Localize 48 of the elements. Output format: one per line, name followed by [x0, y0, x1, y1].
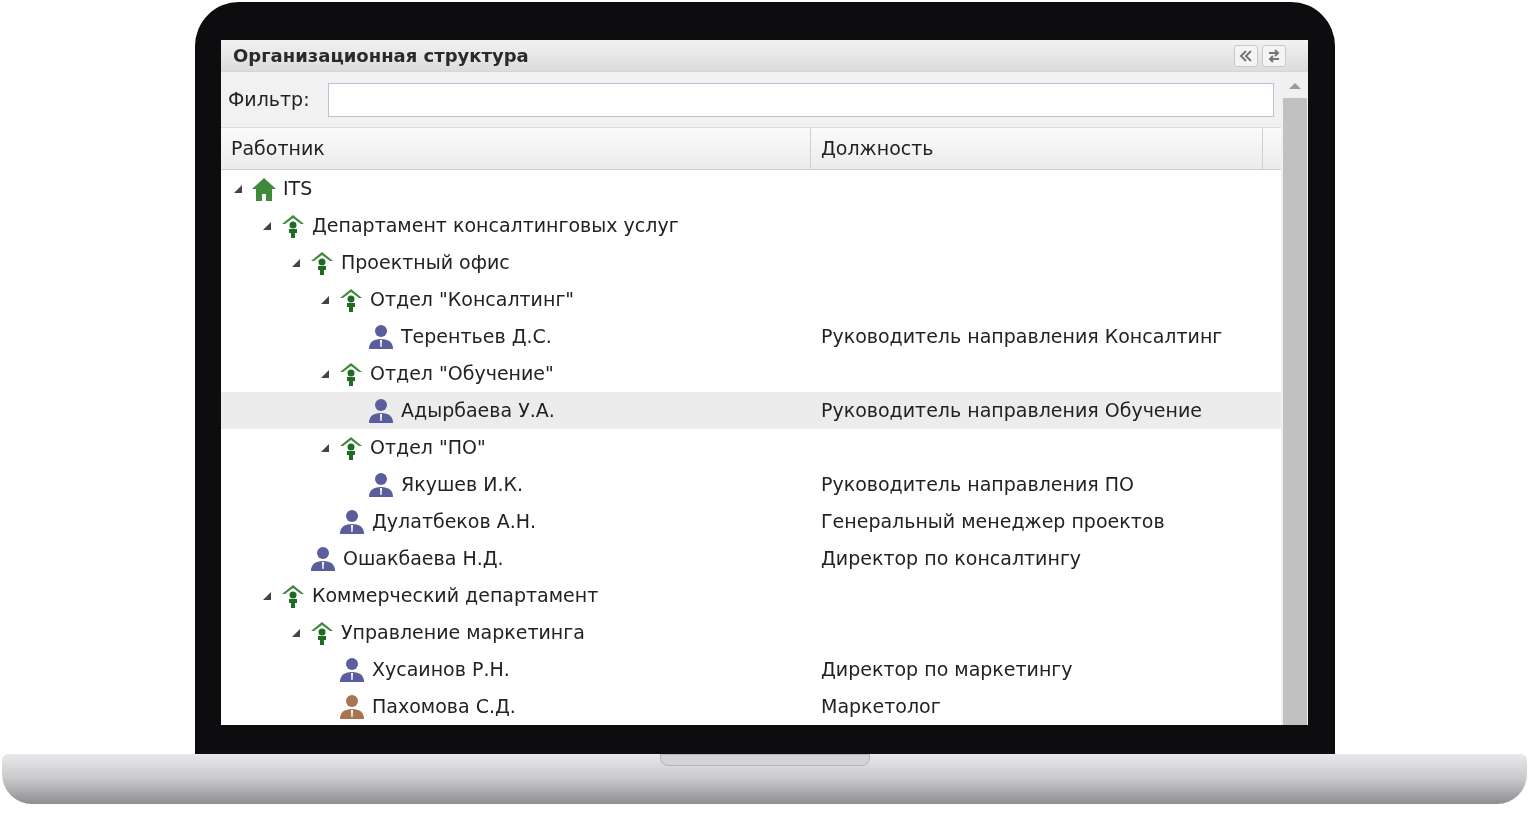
position-text: Руководитель направления ПО — [820, 472, 1135, 498]
position-text: Руководитель направления Консалтинг — [820, 324, 1224, 350]
roof-person-icon — [338, 360, 364, 387]
collapse-button[interactable] — [1234, 44, 1258, 67]
node-name: Адырбаева У.А. — [401, 398, 555, 424]
expander-icon[interactable] — [233, 183, 243, 194]
position-text: Руководитель направления Обучение — [820, 398, 1203, 424]
filter-label: Фильтр: — [228, 87, 310, 113]
node-name: Дулатбеков А.Н. — [372, 509, 537, 535]
column-header[interactable]: Должность — [811, 128, 1263, 169]
node-name: Управление маркетинга — [341, 620, 585, 646]
double-chevron-left-icon — [1239, 49, 1253, 62]
position-text: Маркетолог — [820, 694, 942, 720]
position-text: Директор по маркетингу — [820, 657, 1074, 683]
window-title: Организационная структура — [233, 44, 529, 68]
node-name: Проектный офис — [341, 250, 510, 276]
roof-person-icon — [280, 212, 306, 239]
node-name: Отдел "Консалтинг" — [370, 287, 575, 313]
refresh-button[interactable] — [1262, 44, 1286, 67]
node-name: Отдел "ПО" — [370, 435, 486, 461]
roof-person-icon — [309, 249, 335, 276]
expander-icon[interactable] — [291, 627, 301, 638]
expander-icon[interactable] — [320, 442, 330, 453]
tree-row[interactable]: Адырбаева У.А. Руководитель направления Обучение — [221, 392, 1281, 429]
expander-icon[interactable] — [262, 590, 272, 601]
filter-field[interactable] — [327, 82, 1274, 117]
column-header[interactable]: Работник — [221, 128, 811, 169]
node-name: Хусаинов Р.Н. — [372, 657, 510, 683]
node-name: Департамент консалтинговых услуг — [312, 213, 679, 239]
position-text: Генеральный менеджер проектов — [820, 509, 1166, 535]
node-name: Терентьев Д.С. — [401, 324, 552, 350]
roof-person-icon — [309, 619, 335, 646]
expander-icon[interactable] — [320, 294, 330, 305]
node-name: Коммерческий департамент — [312, 583, 599, 609]
house-icon — [251, 175, 277, 202]
node-name: ITS — [283, 176, 313, 202]
expander-icon[interactable] — [291, 257, 301, 268]
node-name: Ошакбаева Н.Д. — [343, 546, 504, 572]
expander-icon[interactable] — [262, 220, 272, 231]
roof-person-icon — [280, 582, 306, 609]
expander-icon[interactable] — [320, 368, 330, 379]
position-text: Директор по консалтингу — [820, 546, 1083, 572]
node-name: Пахомова С.Д. — [372, 694, 516, 720]
node-name: Якушев И.К. — [401, 472, 523, 498]
roof-person-icon — [338, 434, 364, 461]
node-name: Отдел "Обучение" — [370, 361, 554, 387]
roof-person-icon — [338, 286, 364, 313]
swap-arrows-icon — [1267, 48, 1281, 63]
